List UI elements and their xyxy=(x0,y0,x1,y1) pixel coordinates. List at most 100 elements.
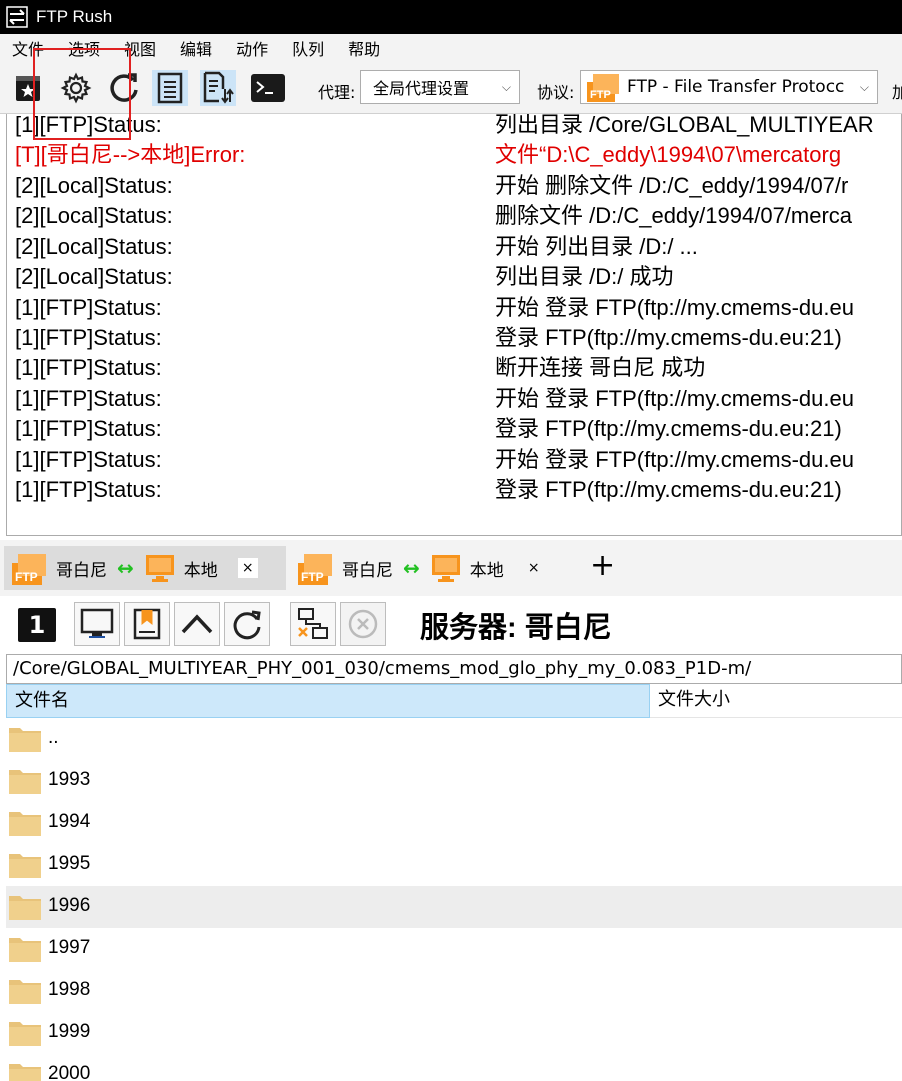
file-name: 1998 xyxy=(48,979,91,1000)
tab-remote-name: 哥白尼 xyxy=(56,560,107,581)
add-tab-button[interactable]: + xyxy=(590,548,615,583)
ftp-badge-icon: FTP xyxy=(587,74,619,102)
bookmarks-button[interactable] xyxy=(124,602,170,646)
cancel-icon xyxy=(348,609,378,639)
parent-directory-button[interactable] xyxy=(174,602,220,646)
remote-panel-toolbar: 1 服务器: 哥白尼 xyxy=(0,596,902,654)
menu-action[interactable]: 动作 xyxy=(224,36,276,60)
menu-file[interactable]: 文件 xyxy=(0,36,52,60)
folder-icon xyxy=(9,938,41,962)
column-header-filesize[interactable]: 文件大小 xyxy=(650,684,902,718)
chevron-down-icon: ⌵ xyxy=(859,80,869,94)
tab-close-button[interactable]: × xyxy=(237,558,258,578)
terminal-button[interactable] xyxy=(250,70,286,106)
gear-icon xyxy=(60,72,92,104)
log-view-button[interactable] xyxy=(152,70,188,106)
file-list-header: 文件名 文件大小 xyxy=(6,684,902,718)
list-item[interactable]: .. xyxy=(6,718,902,760)
svg-text:FTP: FTP xyxy=(590,89,611,101)
list-item[interactable]: 1993 xyxy=(6,760,902,802)
monitor-icon xyxy=(431,555,460,582)
chevron-down-icon: ⌵ xyxy=(501,80,511,94)
terminal-icon xyxy=(251,74,285,102)
remote-file-list: .. 1993 1994 1995 1996 1997 1998 1999 20… xyxy=(6,718,902,1081)
toolbar-overflow-label: 加 xyxy=(892,83,902,102)
menu-help[interactable]: 帮助 xyxy=(336,36,388,60)
transfer-queue-button[interactable] xyxy=(200,70,236,106)
file-name: 1996 xyxy=(48,895,91,916)
cancel-button[interactable] xyxy=(340,602,386,646)
proxy-select[interactable]: 全局代理设置 ⌵ xyxy=(360,70,520,104)
bookmark-star-button[interactable] xyxy=(10,70,46,106)
tab-local-name: 本地 xyxy=(183,560,218,581)
folder-icon xyxy=(9,1022,41,1046)
proxy-label: 代理: xyxy=(318,83,356,102)
title-bar: FTP Rush xyxy=(0,0,902,34)
menu-options[interactable]: 选项 xyxy=(56,36,108,60)
window-title: FTP Rush xyxy=(36,7,113,26)
list-item[interactable]: 1999 xyxy=(6,1012,902,1054)
log-panel: [1][FTP]Status: 列出目录 /Core/GLOBAL_MULTIYE… xyxy=(6,114,902,536)
ftp-badge-icon: FTP xyxy=(12,554,46,585)
remote-path-bar[interactable]: /Core/GLOBAL_MULTIYEAR_PHY_001_030/cmems… xyxy=(6,654,902,684)
folder-icon xyxy=(9,770,41,794)
sync-arrows-icon: ↔ xyxy=(117,556,134,580)
app-logo-icon xyxy=(6,6,28,28)
disconnect-icon xyxy=(298,608,328,639)
computer-icon xyxy=(80,608,114,638)
tab-remote-name: 哥白尼 xyxy=(342,560,393,581)
list-item[interactable]: 1997 xyxy=(6,928,902,970)
column-header-filename[interactable]: 文件名 xyxy=(6,684,650,718)
menu-bar: 文件 选项 视图 编辑 动作 队列 帮助 xyxy=(0,34,902,62)
folder-icon xyxy=(9,896,41,920)
file-name: 1995 xyxy=(48,853,91,874)
protocol-label: 协议: xyxy=(537,83,575,102)
folder-icon xyxy=(9,812,41,836)
file-name: .. xyxy=(48,727,59,748)
refresh-icon xyxy=(110,73,138,102)
tab-local-name: 本地 xyxy=(469,560,504,581)
panel-number-badge: 1 xyxy=(18,608,56,642)
file-name: 1999 xyxy=(48,1021,91,1042)
proxy-select-value: 全局代理设置 xyxy=(373,79,470,98)
bookmark-star-icon xyxy=(16,76,40,101)
server-title: 服务器: 哥白尼 xyxy=(420,612,612,644)
folder-icon xyxy=(9,854,41,878)
menu-edit[interactable]: 编辑 xyxy=(168,36,220,60)
session-tab-strip: FTP 哥白尼 ↔ 本地 × FTP 哥白尼 ↔ 本地 × xyxy=(0,540,902,596)
switch-local-button[interactable] xyxy=(74,602,120,646)
reload-directory-button[interactable] xyxy=(224,602,270,646)
file-name: 1993 xyxy=(48,769,91,790)
transfer-list-icon xyxy=(203,71,234,104)
ftp-badge-icon: FTP xyxy=(298,554,332,585)
disconnect-button[interactable] xyxy=(290,602,336,646)
file-name: 2000 xyxy=(48,1063,91,1081)
svg-text:FTP: FTP xyxy=(301,570,324,584)
menu-queue[interactable]: 队列 xyxy=(280,36,332,60)
svg-text:FTP: FTP xyxy=(15,570,38,584)
list-item[interactable]: 1996 xyxy=(6,886,902,928)
file-name: 1994 xyxy=(48,811,91,832)
list-item[interactable]: 1995 xyxy=(6,844,902,886)
settings-button[interactable] xyxy=(58,70,94,106)
menu-view[interactable]: 视图 xyxy=(112,36,164,60)
session-tab-2[interactable]: FTP 哥白尼 ↔ 本地 × xyxy=(290,546,570,590)
bookmark-icon xyxy=(133,608,161,640)
folder-icon xyxy=(9,1064,41,1081)
log-list-icon xyxy=(157,72,183,104)
sync-arrows-icon: ↔ xyxy=(403,556,420,580)
tab-close-button[interactable]: × xyxy=(524,558,544,578)
file-name: 1997 xyxy=(48,937,91,958)
list-item[interactable]: 1998 xyxy=(6,970,902,1012)
up-arrow-icon xyxy=(181,614,213,634)
folder-icon xyxy=(9,728,41,752)
list-item[interactable]: 1994 xyxy=(6,802,902,844)
refresh-button[interactable] xyxy=(106,70,142,106)
protocol-select[interactable]: FTP FTP - File Transfer Protocc ⌵ xyxy=(580,70,878,104)
protocol-select-value: FTP - File Transfer Protocc xyxy=(627,77,845,97)
folder-icon xyxy=(9,980,41,1004)
list-item[interactable]: 2000 xyxy=(6,1054,902,1081)
main-toolbar: 代理: 全局代理设置 ⌵ 协议: FTP FTP - File Transfer… xyxy=(0,62,902,114)
monitor-icon xyxy=(145,555,174,582)
session-tab-1[interactable]: FTP 哥白尼 ↔ 本地 × xyxy=(4,546,286,590)
